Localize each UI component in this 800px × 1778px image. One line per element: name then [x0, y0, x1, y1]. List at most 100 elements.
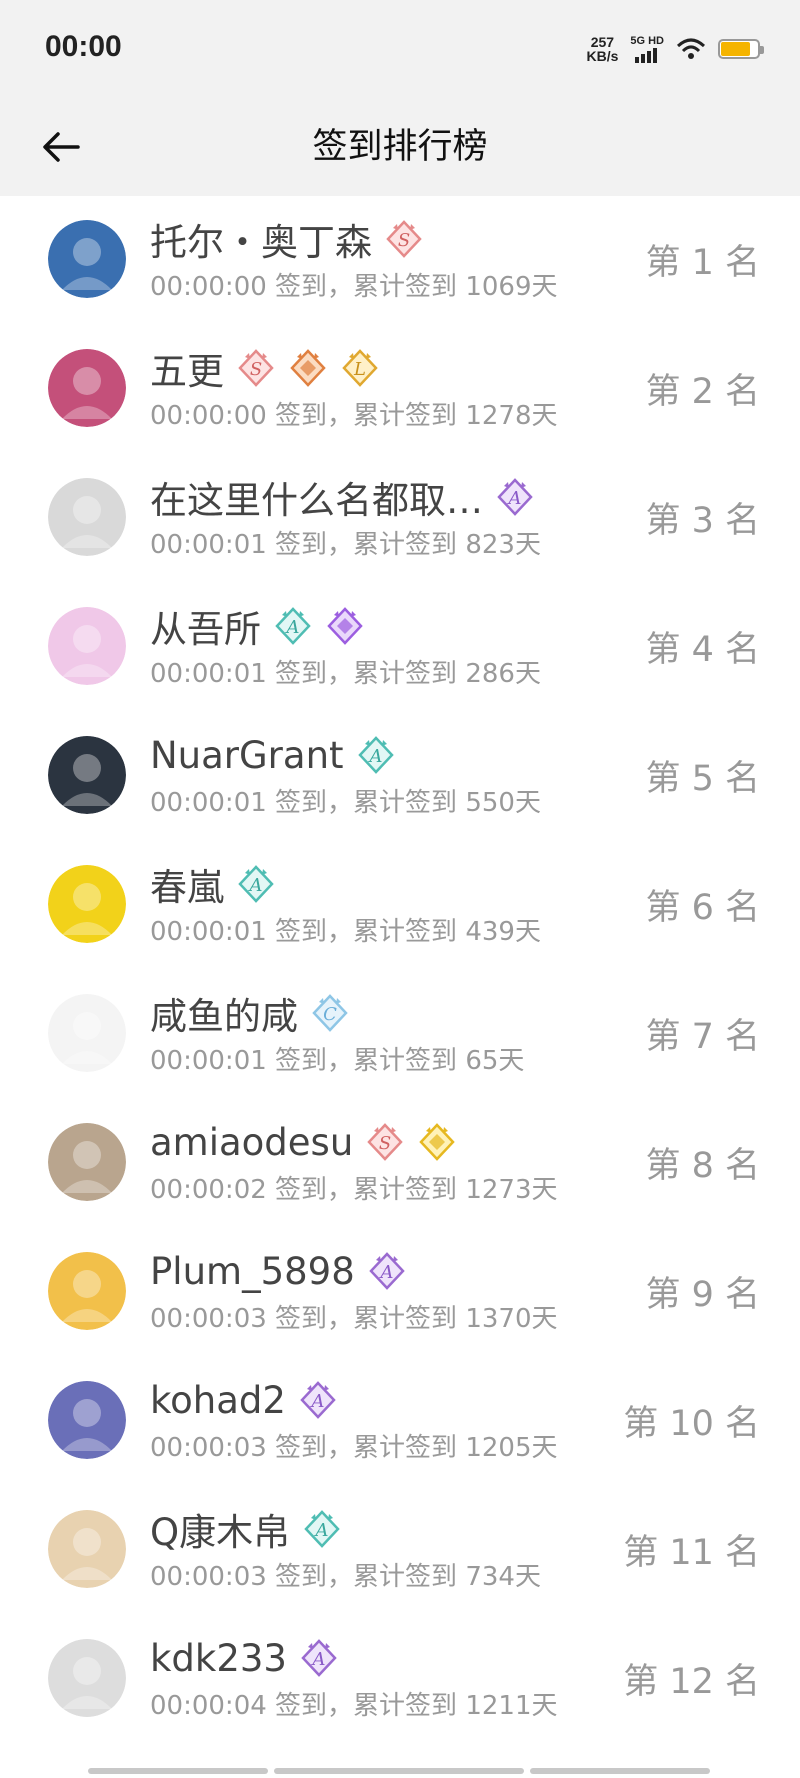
user-name[interactable]: NuarGrant — [150, 734, 344, 777]
avatar[interactable] — [48, 1123, 126, 1201]
svg-text:L: L — [353, 359, 366, 380]
user-name[interactable]: Q康木帛 — [150, 1502, 290, 1556]
rank-label: 第 8 名 — [645, 1146, 760, 1186]
checkin-info: 00:00:01 签到，累计签到 65天 — [150, 1040, 524, 1077]
avatar[interactable] — [48, 220, 126, 298]
checkin-info: 00:00:01 签到，累计签到 550天 — [150, 782, 541, 819]
badge-s-pink-icon: S — [365, 1122, 405, 1162]
rank-label: 第 7 名 — [645, 1017, 760, 1057]
user-name[interactable]: 在这里什么名都取… — [150, 470, 483, 524]
leaderboard-row[interactable]: kdk233 A 00:00:04 签到，累计签到 1211天 第 12 名 — [0, 1615, 800, 1744]
checkin-time: 00:00:01 — [150, 530, 267, 560]
status-bar: 00:00 257 KB/s 5G HD — [0, 0, 800, 96]
badge-crest-orange-icon — [288, 348, 328, 388]
rank-label: 第 2 名 — [645, 372, 760, 412]
leaderboard-row[interactable]: 春嵐 A 00:00:01 签到，累计签到 439天 第 6 名 — [0, 841, 800, 970]
user-name[interactable]: kohad2 — [150, 1379, 286, 1422]
badge-a-purple-icon: A — [299, 1638, 339, 1678]
checkin-time: 00:00:01 — [150, 1046, 267, 1076]
signal-icon: 5G HD — [630, 35, 664, 63]
leaderboard-row[interactable]: 咸鱼的咸 C 00:00:01 签到，累计签到 65天 第 7 名 — [0, 970, 800, 1099]
badge-a-purple-icon: A — [495, 477, 535, 517]
leaderboard-row[interactable]: 从吾所 A 00:00:01 签到，累计签到 286天 第 4 名 — [0, 583, 800, 712]
badge-c-blue-icon: C — [310, 993, 350, 1033]
leaderboard-row[interactable]: amiaodesu S 00:00:02 签到，累计签到 1273天 第 8 名 — [0, 1099, 800, 1228]
leaderboard-row[interactable]: Plum_5898 A 00:00:03 签到，累计签到 1370天 第 9 名 — [0, 1228, 800, 1357]
avatar[interactable] — [48, 865, 126, 943]
svg-text:A: A — [285, 617, 300, 638]
user-name[interactable]: 托尔・奥丁森 — [150, 212, 372, 266]
badge-a-teal-icon: A — [356, 735, 396, 775]
rank-label: 第 4 名 — [645, 630, 760, 670]
checkin-time: 00:00:03 — [150, 1304, 267, 1334]
avatar[interactable] — [48, 1381, 126, 1459]
checkin-label: 签到，累计签到 — [275, 401, 458, 431]
checkin-time: 00:00:00 — [150, 401, 267, 431]
checkin-time: 00:00:02 — [150, 1175, 267, 1205]
leaderboard-row[interactable]: kohad2 A 00:00:03 签到，累计签到 1205天 第 10 名 — [0, 1357, 800, 1486]
avatar[interactable] — [48, 994, 126, 1072]
leaderboard-row[interactable]: Q康木帛 A 00:00:03 签到，累计签到 734天 第 11 名 — [0, 1486, 800, 1615]
checkin-label: 签到，累计签到 — [275, 1691, 458, 1721]
avatar[interactable] — [48, 607, 126, 685]
user-name[interactable]: 五更 — [150, 341, 224, 395]
page-title: 签到排行榜 — [312, 127, 488, 167]
avatar[interactable] — [48, 736, 126, 814]
user-name-line: 五更 S L — [150, 345, 380, 393]
svg-text:A: A — [310, 1649, 325, 1670]
checkin-info: 00:00:01 签到，累计签到 286天 — [150, 653, 541, 690]
battery-fill — [721, 42, 750, 56]
rank-label: 第 12 名 — [623, 1662, 760, 1702]
avatar[interactable] — [48, 1639, 126, 1717]
badge-a-teal-icon: A — [302, 1509, 342, 1549]
leaderboard-row[interactable]: 托尔・奥丁森 S 00:00:00 签到，累计签到 1069天 第 1 名 — [0, 196, 800, 325]
svg-text:C: C — [323, 1004, 337, 1025]
rank-label: 第 9 名 — [645, 1275, 760, 1315]
avatar[interactable] — [48, 1510, 126, 1588]
checkin-info: 00:00:01 签到，累计签到 823天 — [150, 524, 541, 561]
checkin-label: 签到，累计签到 — [275, 272, 458, 302]
svg-text:A: A — [507, 488, 522, 509]
user-name[interactable]: amiaodesu — [150, 1121, 353, 1164]
avatar[interactable] — [48, 478, 126, 556]
checkin-total: 1273天 — [465, 1175, 558, 1205]
badge-s-pink-icon: S — [236, 348, 276, 388]
leaderboard-row[interactable]: 五更 S L 00:00:00 签到，累计签到 1278天 第 2 名 — [0, 325, 800, 454]
user-name-line: Plum_5898 A — [150, 1248, 407, 1294]
checkin-total: 1370天 — [465, 1304, 558, 1334]
leaderboard-row[interactable]: NuarGrant A 00:00:01 签到，累计签到 550天 第 5 名 — [0, 712, 800, 841]
user-name-line: 春嵐 A — [150, 861, 276, 909]
checkin-time: 00:00:01 — [150, 917, 267, 947]
checkin-total: 286天 — [465, 659, 541, 689]
network-type-label: 5G HD — [630, 35, 664, 47]
status-time: 00:00 — [45, 30, 122, 63]
user-name-line: 从吾所 A — [150, 603, 365, 651]
user-name[interactable]: 从吾所 — [150, 599, 261, 653]
avatar[interactable] — [48, 1252, 126, 1330]
checkin-time: 00:00:04 — [150, 1691, 267, 1721]
checkin-label: 签到，累计签到 — [275, 1046, 458, 1076]
user-name[interactable]: 咸鱼的咸 — [150, 986, 298, 1040]
avatar[interactable] — [48, 349, 126, 427]
user-name[interactable]: 春嵐 — [150, 857, 224, 911]
header: 签到排行榜 — [0, 96, 800, 196]
svg-text:S: S — [250, 359, 262, 380]
badge-a-teal-icon: A — [236, 864, 276, 904]
rank-label: 第 11 名 — [623, 1533, 760, 1573]
user-name-line: amiaodesu S — [150, 1119, 457, 1165]
rank-label: 第 3 名 — [645, 501, 760, 541]
checkin-label: 签到，累计签到 — [275, 530, 458, 560]
leaderboard-row[interactable]: 在这里什么名都取… A 00:00:01 签到，累计签到 823天 第 3 名 — [0, 454, 800, 583]
checkin-total: 1278天 — [465, 401, 558, 431]
user-name-line: 咸鱼的咸 C — [150, 990, 350, 1038]
checkin-total: 1211天 — [465, 1691, 558, 1721]
svg-text:S: S — [398, 230, 410, 251]
checkin-info: 00:00:01 签到，累计签到 439天 — [150, 911, 541, 948]
checkin-label: 签到，累计签到 — [275, 788, 458, 818]
checkin-time: 00:00:03 — [150, 1433, 267, 1463]
bottom-scroll-segment-2 — [274, 1768, 524, 1774]
user-name[interactable]: Plum_5898 — [150, 1250, 355, 1293]
user-name-line: NuarGrant A — [150, 732, 396, 778]
bottom-scroll-segment-3 — [530, 1768, 710, 1774]
user-name[interactable]: kdk233 — [150, 1637, 287, 1680]
